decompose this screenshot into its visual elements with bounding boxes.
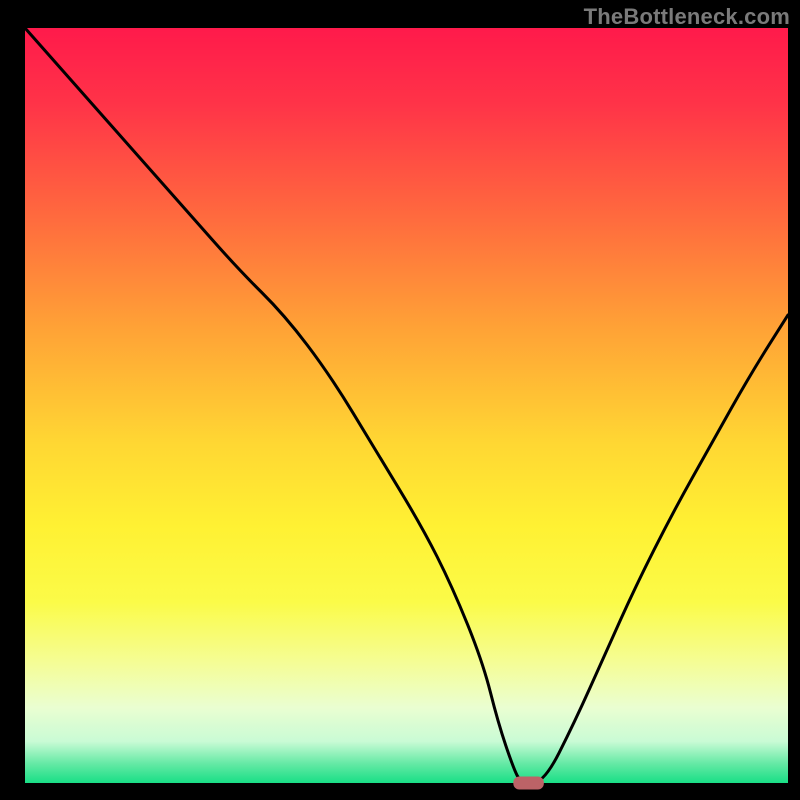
watermark-text: TheBottleneck.com <box>584 4 790 30</box>
optimal-marker <box>513 777 544 790</box>
bottleneck-chart <box>0 0 800 800</box>
gradient-background <box>25 28 788 783</box>
chart-frame: { "watermark": "TheBottleneck.com", "col… <box>0 0 800 800</box>
